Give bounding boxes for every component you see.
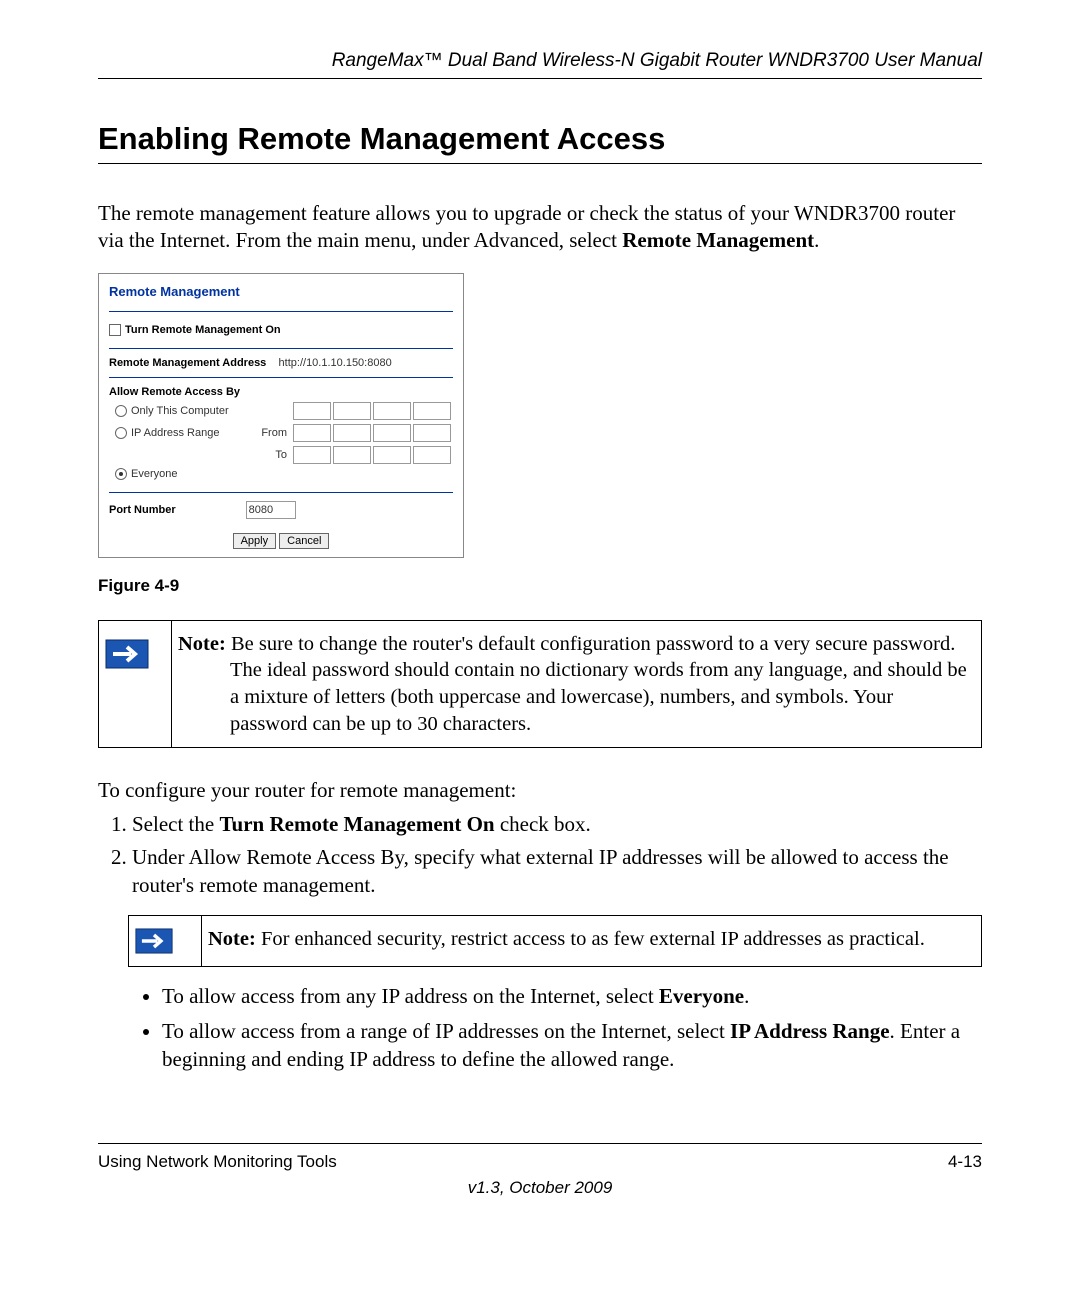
b2-before: To allow access from a range of IP addre… <box>162 1019 730 1043</box>
arrow-icon <box>105 639 149 669</box>
note2-text-wrap: Note: For enhanced security, restrict ac… <box>208 926 967 953</box>
from-label: From <box>261 427 287 439</box>
arrow-icon <box>135 928 173 954</box>
footer-version: v1.3, October 2009 <box>98 1178 982 1198</box>
port-label: Port Number <box>109 504 176 516</box>
step-2: Under Allow Remote Access By, specify wh… <box>132 844 982 899</box>
radio-ip-range-label: IP Address Range <box>131 427 219 439</box>
note1-label: Note: <box>178 633 226 655</box>
radio-everyone-label: Everyone <box>131 468 177 480</box>
apply-button[interactable]: Apply <box>233 533 277 549</box>
bullet-2: To allow access from a range of IP addre… <box>162 1018 982 1073</box>
bullet-1: To allow access from any IP address on t… <box>162 983 982 1010</box>
b2-bold: IP Address Range <box>730 1019 889 1043</box>
port-input[interactable]: 8080 <box>246 501 296 519</box>
steps-list: Select the Turn Remote Management On che… <box>98 811 982 899</box>
figure-caption: Figure 4-9 <box>98 576 982 596</box>
footer-right: 4-13 <box>948 1152 982 1172</box>
step-1: Select the Turn Remote Management On che… <box>132 811 982 838</box>
footer-left: Using Network Monitoring Tools <box>98 1152 337 1172</box>
intro-paragraph: The remote management feature allows you… <box>98 200 982 255</box>
note-box-1: Note: Be sure to change the router's def… <box>98 620 982 749</box>
cancel-button[interactable]: Cancel <box>279 533 329 549</box>
b1-after: . <box>744 984 749 1008</box>
note2-label: Note: <box>208 928 256 950</box>
page-title: Enabling Remote Management Access <box>98 121 982 164</box>
note2-text: For enhanced security, restrict access t… <box>256 928 925 950</box>
note1-text-wrap: Note: Be sure to change the router's def… <box>178 631 967 738</box>
address-value: http://10.1.10.150:8080 <box>279 357 392 369</box>
address-label: Remote Management Address <box>109 357 266 369</box>
radio-everyone[interactable] <box>115 468 127 480</box>
turn-on-label: Turn Remote Management On <box>125 324 281 336</box>
continue-text: To configure your router for remote mana… <box>98 778 982 803</box>
running-head: RangeMax™ Dual Band Wireless-N Gigabit R… <box>98 50 982 79</box>
screenshot-title: Remote Management <box>109 284 453 312</box>
note1-text: Be sure to change the router's default c… <box>226 633 967 735</box>
bullet-list: To allow access from any IP address on t… <box>162 983 982 1073</box>
radio-ip-range[interactable] <box>115 427 127 439</box>
to-label: To <box>275 449 287 461</box>
intro-bold: Remote Management <box>622 228 814 252</box>
turn-on-checkbox[interactable] <box>109 324 121 336</box>
b1-before: To allow access from any IP address on t… <box>162 984 659 1008</box>
page-footer: Using Network Monitoring Tools 4-13 <box>98 1143 982 1172</box>
radio-only-this-computer-label: Only This Computer <box>131 405 229 417</box>
b1-bold: Everyone <box>659 984 744 1008</box>
step1-before: Select the <box>132 812 219 836</box>
step1-bold: Turn Remote Management On <box>219 812 494 836</box>
radio-only-this-computer[interactable] <box>115 405 127 417</box>
intro-after: . <box>814 228 819 252</box>
step1-after: check box. <box>495 812 591 836</box>
note-box-2: Note: For enhanced security, restrict ac… <box>128 915 982 967</box>
intro-text: The remote management feature allows you… <box>98 201 955 252</box>
router-screenshot: Remote Management Turn Remote Management… <box>98 273 464 558</box>
allow-label: Allow Remote Access By <box>109 386 453 398</box>
